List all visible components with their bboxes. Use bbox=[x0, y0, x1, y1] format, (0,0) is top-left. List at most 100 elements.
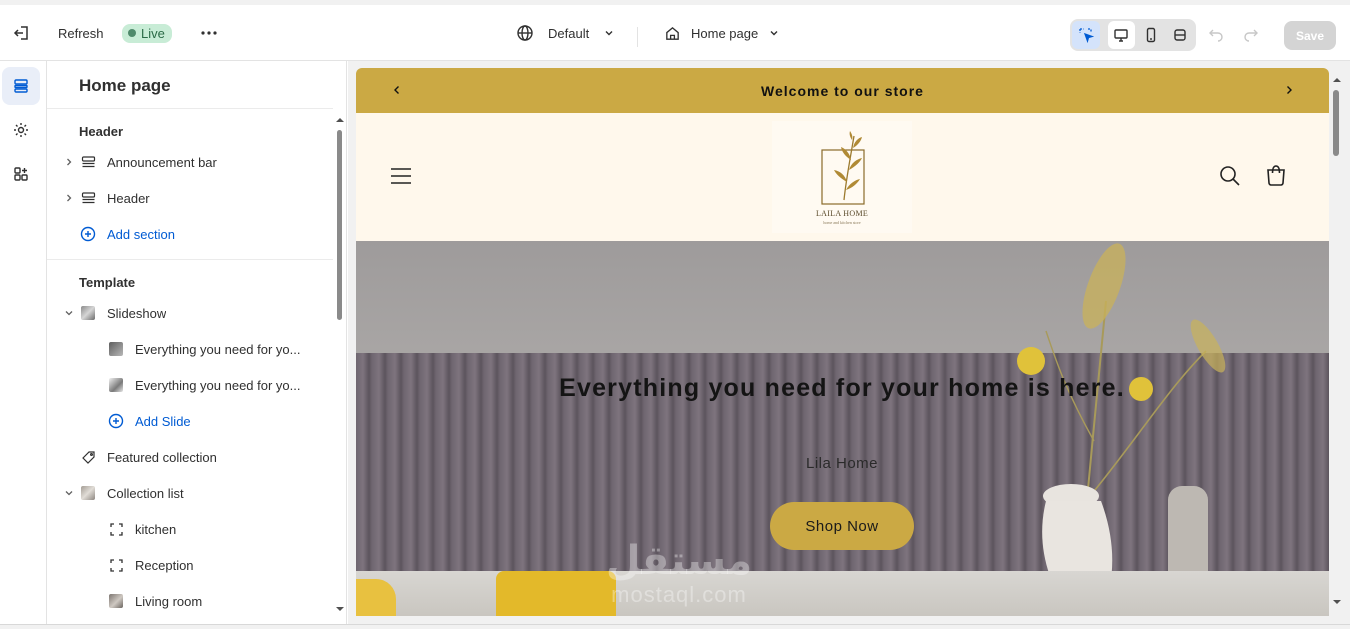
desktop-icon bbox=[1114, 29, 1128, 42]
section-label: Announcement bar bbox=[107, 154, 217, 170]
store-logo[interactable]: LAILA HOME home and kitchen store bbox=[772, 121, 912, 233]
hero-lemon-object bbox=[356, 579, 396, 616]
block-label: Reception bbox=[135, 557, 194, 573]
scroll-down-arrow-icon[interactable] bbox=[335, 605, 345, 613]
gear-icon bbox=[14, 123, 28, 137]
exit-button[interactable] bbox=[12, 5, 32, 61]
preview-scroll-thumb[interactable] bbox=[1333, 90, 1339, 156]
slide-thumbnail bbox=[108, 341, 124, 357]
search-icon[interactable] bbox=[1219, 165, 1241, 187]
collection-thumbnail bbox=[108, 593, 124, 609]
fullscreen-view-button[interactable] bbox=[1167, 21, 1195, 49]
mobile-view-button[interactable] bbox=[1137, 21, 1165, 49]
cart-icon[interactable] bbox=[1264, 163, 1288, 187]
desktop-view-button[interactable] bbox=[1107, 21, 1135, 49]
view-toggle-group bbox=[1070, 19, 1196, 51]
announcement-text: Welcome to our store bbox=[761, 82, 924, 99]
inspector-toggle-button[interactable] bbox=[1072, 21, 1100, 49]
block-row-collection[interactable]: Living room bbox=[47, 583, 333, 619]
section-row-collection-list[interactable]: Collection list bbox=[47, 475, 333, 511]
panel-title: Home page bbox=[79, 76, 171, 95]
undo-button[interactable] bbox=[1207, 5, 1225, 61]
refresh-label: Refresh bbox=[58, 25, 104, 41]
slideshow-hero[interactable]: Everything you need for your home is her… bbox=[356, 241, 1329, 616]
editor-rail bbox=[0, 61, 47, 629]
section-row-featured-collection[interactable]: Featured collection bbox=[47, 439, 333, 475]
chevron-right-icon[interactable] bbox=[63, 156, 75, 168]
section-label: Header bbox=[107, 190, 150, 206]
scroll-down-arrow-icon[interactable] bbox=[1332, 598, 1342, 606]
section-row-announcement-bar[interactable]: Announcement bar bbox=[47, 144, 333, 180]
collection-thumbnail bbox=[80, 485, 96, 501]
announcement-bar[interactable]: Welcome to our store bbox=[356, 68, 1329, 113]
home-icon bbox=[666, 26, 679, 40]
add-section-button[interactable]: Add section bbox=[47, 216, 333, 252]
section-icon bbox=[80, 190, 96, 206]
hero-plant-decoration bbox=[1017, 243, 1226, 616]
block-row-collection[interactable]: kitchen bbox=[47, 511, 333, 547]
theme-settings-rail-button[interactable] bbox=[2, 111, 40, 149]
watermark-latin: mostaql.com bbox=[611, 582, 747, 607]
logo-name: LAILA HOME bbox=[815, 208, 869, 218]
chevron-right-icon[interactable] bbox=[63, 192, 75, 204]
panel-scroll-thumb[interactable] bbox=[337, 130, 342, 320]
block-row-slide[interactable]: Everything you need for yo... bbox=[47, 331, 333, 367]
hero-subheading: Lila Home bbox=[805, 455, 879, 472]
chevron-down-icon[interactable] bbox=[63, 487, 75, 499]
topbar-divider bbox=[637, 27, 638, 47]
placeholder-icon bbox=[108, 557, 124, 573]
section-label: Featured collection bbox=[107, 449, 217, 465]
live-dot-icon bbox=[128, 29, 136, 37]
next-announcement-arrow-icon[interactable] bbox=[1281, 82, 1297, 98]
tag-icon bbox=[80, 449, 96, 465]
template-group-title: Template bbox=[79, 275, 136, 290]
page-label: Home page bbox=[691, 25, 759, 41]
logo-tagline: home and kitchen store bbox=[823, 219, 861, 225]
hero-heading: Everything you need for your home is her… bbox=[559, 374, 1125, 402]
save-button[interactable]: Save bbox=[1284, 21, 1336, 50]
section-label: Slideshow bbox=[107, 305, 167, 321]
section-row-header[interactable]: Header bbox=[47, 180, 333, 216]
leaf-logo-icon bbox=[821, 130, 865, 205]
editor-topbar: Refresh Live Default Home page Save bbox=[0, 0, 1350, 61]
theme-label: Default bbox=[548, 25, 590, 41]
group-divider bbox=[47, 259, 333, 260]
slide-thumbnail bbox=[108, 377, 124, 393]
add-section-label: Add section bbox=[107, 226, 175, 242]
redo-icon bbox=[1244, 29, 1258, 42]
watermark-arabic: مستقل bbox=[605, 538, 753, 584]
sections-panel: Home page Header Announcement bar Header… bbox=[47, 61, 347, 624]
block-label: kitchen bbox=[135, 521, 177, 537]
add-slide-button[interactable]: Add Slide bbox=[47, 403, 333, 439]
sections-rail-button[interactable] bbox=[2, 67, 40, 105]
mobile-icon bbox=[1146, 27, 1155, 43]
refresh-button[interactable]: Refresh bbox=[58, 5, 104, 61]
page-selector[interactable]: Home page bbox=[664, 5, 780, 61]
scroll-up-arrow-icon[interactable] bbox=[335, 116, 345, 124]
block-row-collection[interactable]: Reception bbox=[47, 547, 333, 583]
redo-button[interactable] bbox=[1242, 5, 1260, 61]
block-label: Everything you need for yo... bbox=[135, 341, 301, 357]
store-preview[interactable]: Welcome to our store LAILA HOME home and… bbox=[356, 68, 1329, 616]
live-badge: Live bbox=[122, 23, 172, 43]
globe-icon bbox=[517, 25, 533, 41]
chevron-down-icon[interactable] bbox=[63, 307, 75, 319]
section-row-slideshow[interactable]: Slideshow bbox=[47, 295, 333, 331]
apps-rail-button[interactable] bbox=[2, 155, 40, 193]
panel-divider bbox=[47, 108, 333, 109]
shop-now-button[interactable]: Shop Now bbox=[770, 502, 914, 550]
chevron-down-icon bbox=[770, 31, 778, 36]
block-row-slide[interactable]: Everything you need for yo... bbox=[47, 367, 333, 403]
scroll-up-arrow-icon[interactable] bbox=[1332, 76, 1342, 84]
expand-icon bbox=[1174, 29, 1186, 41]
menu-hamburger-icon[interactable] bbox=[390, 167, 412, 185]
undo-icon bbox=[1209, 29, 1223, 42]
select-cursor-icon bbox=[1079, 28, 1094, 43]
theme-selector[interactable]: Default bbox=[516, 5, 615, 61]
block-label: Everything you need for yo... bbox=[135, 377, 301, 393]
exit-icon bbox=[13, 26, 28, 40]
more-actions-button[interactable] bbox=[199, 5, 219, 61]
slideshow-thumbnail bbox=[80, 305, 96, 321]
plus-circle-icon bbox=[80, 226, 96, 242]
previous-announcement-arrow-icon[interactable] bbox=[389, 82, 405, 98]
